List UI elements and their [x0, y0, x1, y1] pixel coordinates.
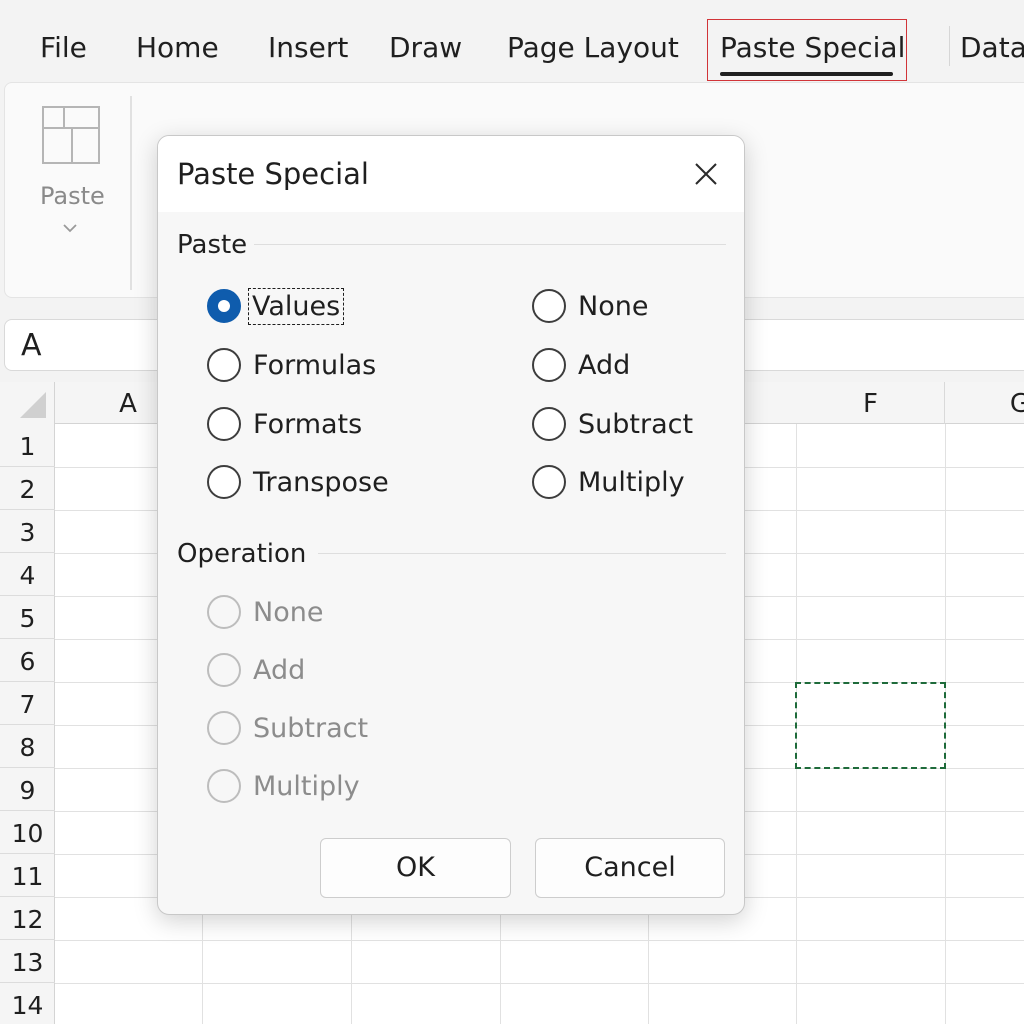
radio-label: None	[253, 596, 324, 628]
operation-section-label: Operation	[177, 539, 307, 569]
row-header[interactable]: 9	[0, 768, 55, 811]
grid-line	[55, 983, 1024, 984]
radio-label: Formulas	[253, 349, 377, 381]
radio-button-disabled	[207, 769, 241, 803]
paste-section-label: Paste	[177, 230, 248, 260]
radio-none[interactable]: None	[532, 286, 648, 326]
row-header[interactable]: 6	[0, 639, 55, 682]
radio-formulas[interactable]: Formulas	[207, 345, 376, 385]
row-header[interactable]: 1	[0, 424, 55, 467]
radio-operation-subtract: Subtract	[207, 708, 368, 748]
row-header[interactable]: 14	[0, 983, 55, 1024]
dialog-title: Paste Special	[177, 157, 369, 191]
radio-formats[interactable]: Formats	[207, 404, 362, 444]
radio-subtract[interactable]: Subtract	[532, 404, 693, 444]
row-header[interactable]: 13	[0, 940, 55, 983]
ok-button[interactable]: OK	[320, 838, 511, 898]
radio-label: Formats	[253, 408, 363, 440]
section-divider	[318, 553, 726, 554]
radio-button[interactable]	[207, 348, 241, 382]
row-header-column: 1 2 3 4 5 6 7 8 9 10 11 12 13 14	[0, 424, 55, 1024]
radio-operation-none: None	[207, 592, 323, 632]
radio-label: Subtract	[578, 408, 694, 440]
row-header[interactable]: 5	[0, 596, 55, 639]
ribbon-group-divider	[130, 96, 132, 290]
tab-insert[interactable]: Insert	[268, 30, 348, 66]
tab-file[interactable]: File	[40, 30, 87, 66]
radio-label: Add	[253, 654, 306, 686]
radio-label: Multiply	[578, 466, 685, 498]
active-tab-underline	[720, 72, 893, 76]
tab-page-layout[interactable]: Page Layout	[507, 30, 679, 66]
select-all-icon	[20, 392, 46, 418]
tab-draw[interactable]: Draw	[389, 30, 462, 66]
radio-transpose[interactable]: Transpose	[207, 462, 389, 502]
ribbon-tab-bar: File Home Insert Draw Page Layout Paste …	[0, 0, 1024, 82]
row-header[interactable]: 12	[0, 897, 55, 940]
chevron-down-icon[interactable]	[62, 222, 78, 234]
radio-multiply[interactable]: Multiply	[532, 462, 685, 502]
cancel-button[interactable]: Cancel	[535, 838, 725, 898]
select-all-button[interactable]	[0, 382, 55, 424]
row-header[interactable]: 7	[0, 682, 55, 725]
row-header[interactable]: 2	[0, 467, 55, 510]
radio-operation-multiply: Multiply	[207, 766, 360, 806]
section-divider	[254, 244, 726, 245]
column-header-f[interactable]: F	[797, 382, 945, 424]
radio-label: Values	[247, 287, 345, 325]
name-box-value: A	[21, 328, 42, 363]
row-header[interactable]: 3	[0, 510, 55, 553]
radio-button[interactable]	[207, 465, 241, 499]
column-header-g[interactable]: G	[946, 382, 1024, 424]
radio-button-disabled	[207, 595, 241, 629]
radio-button[interactable]	[532, 348, 566, 382]
radio-label: Transpose	[253, 466, 389, 498]
radio-label: None	[578, 290, 649, 322]
radio-button[interactable]	[532, 407, 566, 441]
row-header[interactable]: 10	[0, 811, 55, 854]
tab-home[interactable]: Home	[136, 30, 219, 66]
radio-button-disabled	[207, 653, 241, 687]
radio-operation-add: Add	[207, 650, 305, 690]
copy-marquee	[795, 682, 946, 769]
paste-special-dialog: Paste Special Paste Values Formulas Form…	[157, 135, 745, 915]
radio-button[interactable]	[532, 465, 566, 499]
row-header[interactable]: 11	[0, 854, 55, 897]
radio-label: Subtract	[253, 712, 369, 744]
radio-button[interactable]	[207, 407, 241, 441]
radio-values[interactable]: Values	[207, 286, 345, 326]
radio-label: Multiply	[253, 770, 360, 802]
tab-divider	[949, 26, 950, 66]
close-icon[interactable]	[688, 156, 724, 192]
radio-button-disabled	[207, 711, 241, 745]
tab-paste-special[interactable]: Paste Special	[720, 30, 905, 66]
radio-button[interactable]	[532, 289, 566, 323]
radio-button-checked[interactable]	[207, 289, 241, 323]
radio-label: Add	[578, 349, 631, 381]
row-header[interactable]: 4	[0, 553, 55, 596]
paste-icon[interactable]	[42, 106, 100, 164]
dialog-titlebar: Paste Special	[158, 136, 744, 212]
radio-add[interactable]: Add	[532, 345, 630, 385]
tab-data[interactable]: Data	[960, 30, 1024, 66]
grid-line	[55, 940, 1024, 941]
row-header[interactable]: 8	[0, 725, 55, 768]
paste-button-label[interactable]: Paste	[40, 182, 105, 210]
